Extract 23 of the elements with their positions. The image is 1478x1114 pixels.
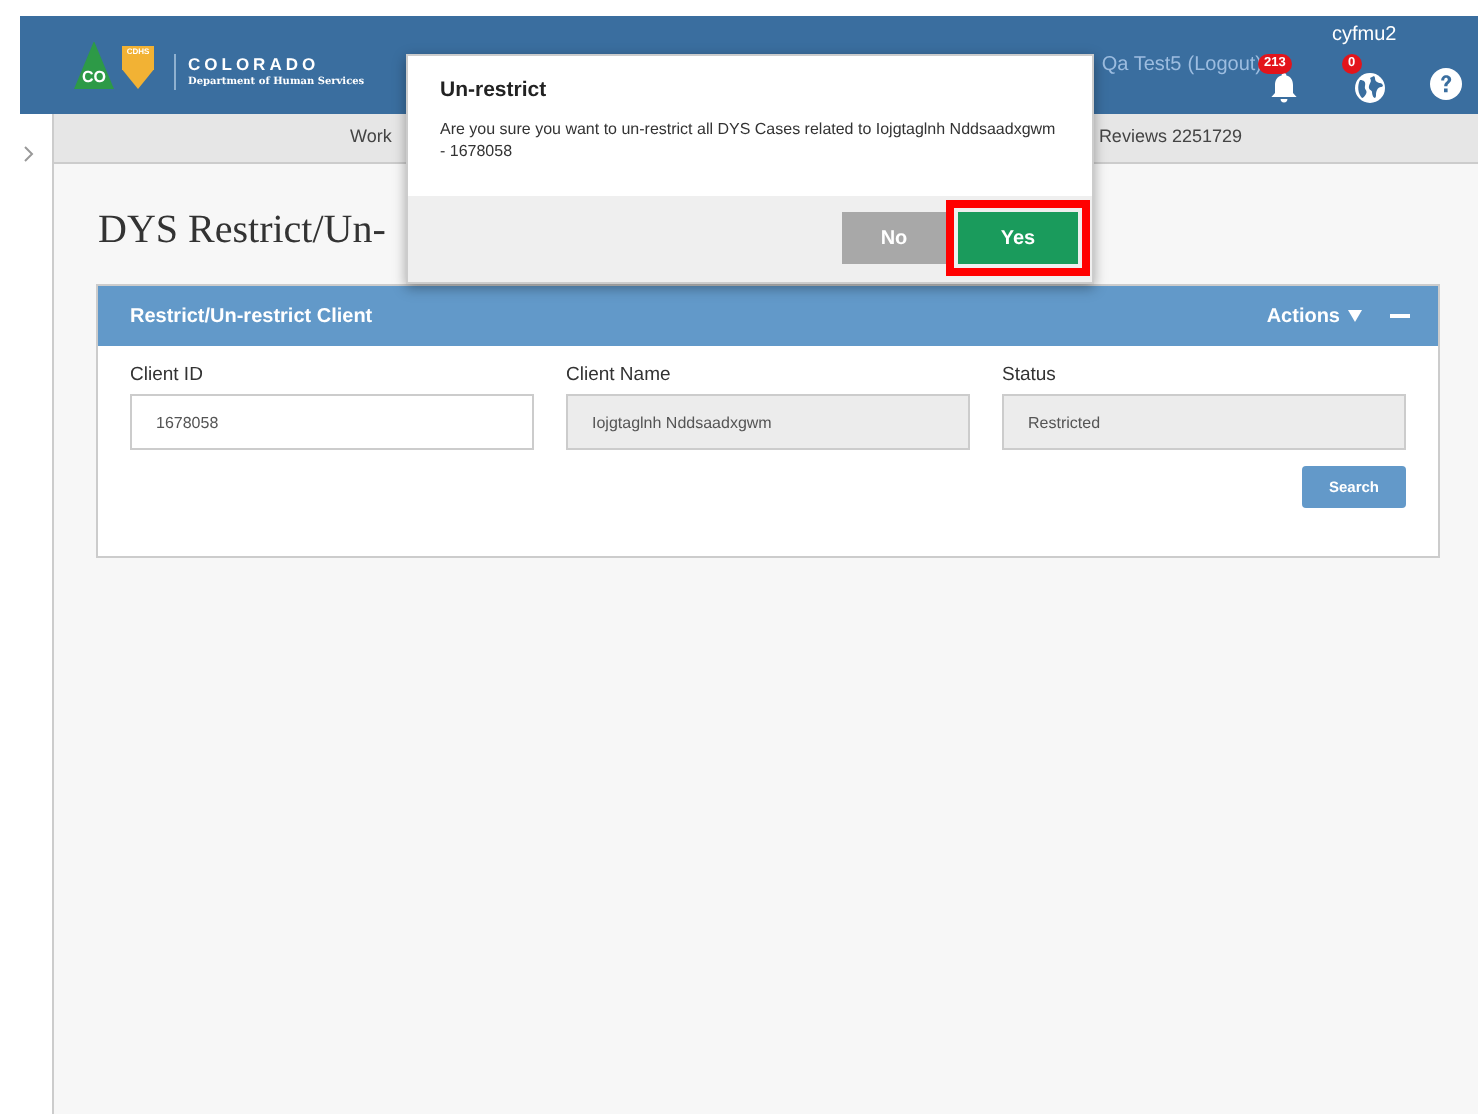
logo-mark: CO xyxy=(74,41,114,89)
user-id: cyfmu2 xyxy=(1332,24,1397,48)
modal-title: Un-restrict xyxy=(438,76,549,106)
page-title: DYS Restrict/Un- xyxy=(98,206,386,256)
nav-link[interactable]: Work xyxy=(350,124,392,152)
caret-icon xyxy=(1348,310,1362,322)
help-icon[interactable] xyxy=(1430,67,1462,99)
user-name: Qa Test5 xyxy=(1101,52,1182,80)
modal-message: Are you sure you want to un-restrict all DYS Cases related to Iojgtaglnh Nddsaadxgwm - 1678058 xyxy=(438,117,1058,164)
logout-link[interactable]: (Logout) xyxy=(1187,50,1262,80)
panel-title: Restrict/Un-restrict Client xyxy=(130,303,373,331)
bell-icon[interactable] xyxy=(1270,72,1298,105)
input-field[interactable]: 1678058 xyxy=(130,394,534,451)
field-label: Client ID xyxy=(130,362,205,390)
logo-name: COLORADO xyxy=(188,53,322,73)
confirm-button[interactable]: Yes xyxy=(958,212,1078,265)
field-label: Client Name xyxy=(566,362,673,390)
nav-link[interactable]: Reviews 2251729 xyxy=(1098,124,1242,152)
actions-menu[interactable]: Actions xyxy=(1266,301,1362,331)
chevron-right-icon[interactable] xyxy=(24,145,34,162)
field-label: Status xyxy=(1002,362,1058,390)
actions-label: Actions xyxy=(1266,303,1340,331)
globe-icon[interactable] xyxy=(1354,72,1386,105)
